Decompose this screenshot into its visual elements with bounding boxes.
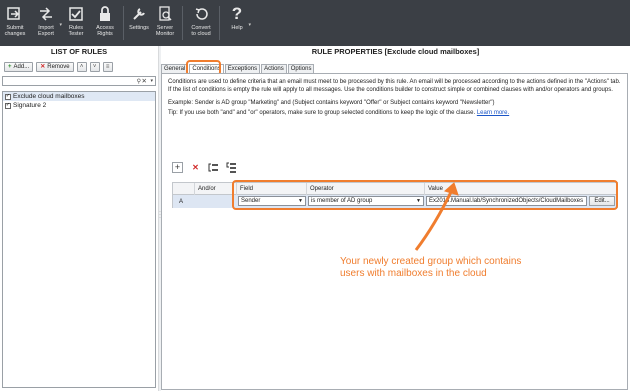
annotation-text: Your newly created group which contains … (340, 256, 522, 279)
annotation-arrow (414, 182, 459, 251)
